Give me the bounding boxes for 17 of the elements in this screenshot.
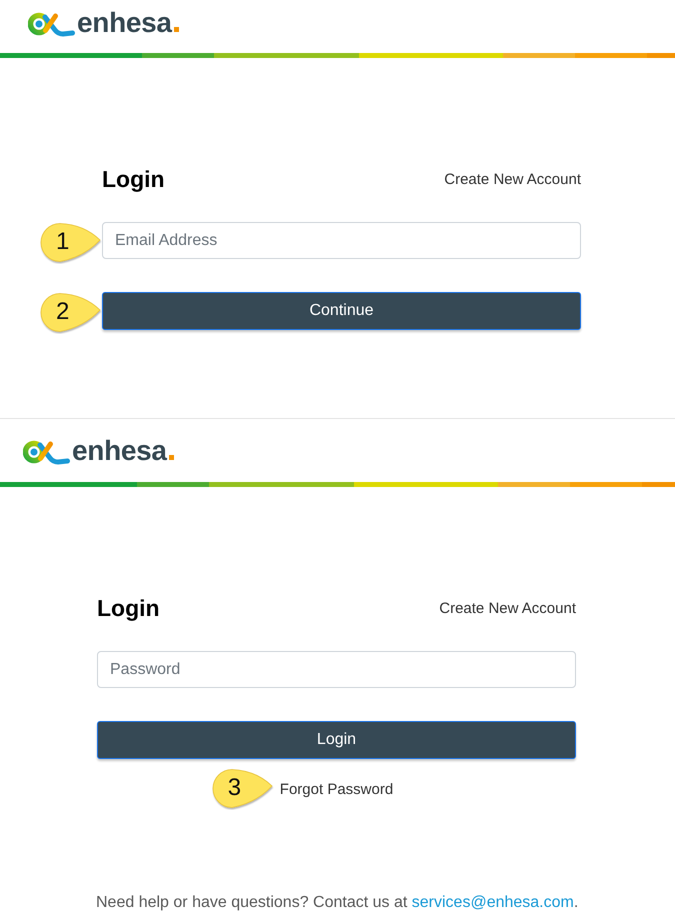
submit-button[interactable]: Login <box>97 721 576 759</box>
logo-mark-icon <box>28 11 75 37</box>
forgot-password-link[interactable]: Forgot Password <box>280 780 394 798</box>
logo-mark-icon <box>23 439 70 465</box>
callout-marker: 3 <box>210 768 274 810</box>
create-account-link[interactable]: Create New Account <box>439 600 576 616</box>
submit-button[interactable]: Continue <box>102 292 581 330</box>
email-field[interactable]: Email Address <box>102 222 581 259</box>
help-text: Need help or have questions? Contact us at services@enhesa.com. <box>96 893 578 913</box>
callout-marker: 1 <box>38 222 102 264</box>
callout-marker: 2 <box>38 292 102 334</box>
logo-wordmark: enhesa <box>77 9 179 37</box>
login-heading: Login <box>102 166 165 192</box>
logo-wordmark: enhesa <box>72 437 174 465</box>
login-heading: Login <box>97 595 160 621</box>
password-field[interactable]: Password <box>97 651 576 688</box>
create-account-link[interactable]: Create New Account <box>444 170 581 188</box>
